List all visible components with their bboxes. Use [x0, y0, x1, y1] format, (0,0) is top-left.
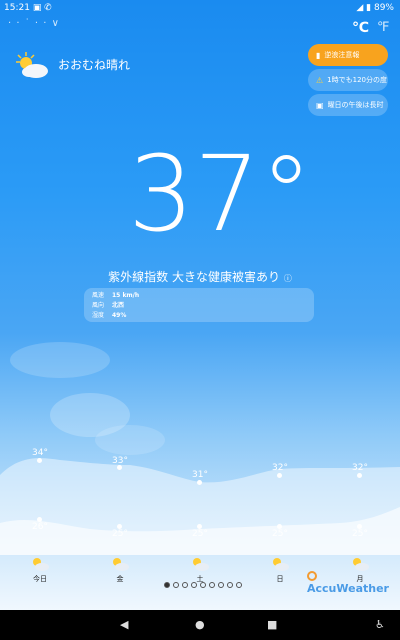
page-dot — [173, 582, 179, 588]
page-dot — [218, 582, 224, 588]
page-dot — [227, 582, 233, 588]
page-dot — [236, 582, 242, 588]
home-icon[interactable]: ● — [195, 618, 205, 631]
high-dot — [277, 473, 282, 478]
forecast-low-0: 26° — [32, 522, 48, 532]
accessibility-icon[interactable]: ♿ — [375, 618, 385, 631]
navigation-bar: ◀ ● ■ ♿ — [0, 610, 400, 640]
forecast-high-2: 31° — [192, 470, 208, 480]
back-icon[interactable]: ◀ — [120, 618, 128, 631]
calendar-icon: ▣ — [316, 100, 324, 110]
forecast-low-3: 25° — [272, 529, 288, 539]
accuweather-sun-icon — [307, 571, 317, 581]
battery-level: 89% — [373, 3, 394, 13]
signal-icon: ◢ — [356, 3, 364, 13]
alert-icon: ▮ — [316, 50, 321, 60]
partly-sunny-icon — [16, 52, 48, 78]
warning-icon: ⚠ — [316, 75, 324, 85]
partly-sunny-icon — [113, 558, 129, 571]
detail-label: 湿度 — [92, 312, 105, 319]
condition-text: おおむね晴れ — [58, 58, 131, 72]
forecast-high-4: 32° — [352, 463, 368, 473]
high-dot — [357, 473, 362, 478]
partly-sunny-icon — [273, 558, 289, 571]
forecast-high-3: 32° — [272, 463, 288, 473]
alert-text: 逆浪注意報 — [324, 51, 360, 59]
current-temperature: 37° — [128, 133, 313, 255]
detail-value: 49% — [112, 312, 127, 319]
uv-index[interactable]: 紫外線指数 大きな健康被害あり ⓘ — [0, 268, 400, 285]
battery-icon: ▮ — [366, 3, 372, 13]
partly-sunny-icon — [193, 558, 209, 571]
forecast-high-0: 34° — [32, 448, 48, 458]
alert-pill-1[interactable]: ▮ 逆浪注意報 — [308, 44, 388, 66]
page-dot — [182, 582, 188, 588]
info-icon: ⓘ — [283, 274, 292, 283]
details-card: 風速 15 km/h 風向 北西 湿度 49% — [84, 288, 314, 322]
wind-direction-row: 風向 北西 — [92, 301, 306, 311]
celsius-toggle[interactable]: ℃ — [352, 20, 369, 36]
high-dot — [117, 465, 122, 470]
wind-speed-row: 風速 15 km/h — [92, 291, 306, 301]
accuweather-logo[interactable]: AccuWeather — [307, 569, 400, 595]
day-label-3[interactable]: 日 — [265, 574, 295, 584]
alert-text: 曜日の午後は長时 — [327, 101, 384, 109]
location-selector[interactable]: · · ˙ · · ∨ — [8, 18, 60, 29]
detail-label: 風向 — [92, 302, 105, 309]
status-time: 15:21 ▣ ✆ — [4, 3, 52, 13]
page-dot — [200, 582, 206, 588]
page-indicator[interactable] — [164, 573, 245, 592]
high-dot — [37, 458, 42, 463]
page-dot — [209, 582, 215, 588]
day-label-1[interactable]: 金 — [105, 574, 135, 584]
alert-pill-2[interactable]: ⚠ 1時でも120分の度 — [308, 69, 388, 91]
forecast-low-4: 25° — [352, 529, 368, 539]
status-bar: 15:21 ▣ ✆ ◢ ▮ 89% — [0, 0, 400, 16]
forecast-low-1: 25° — [112, 529, 128, 539]
page-dot-active — [164, 582, 170, 588]
brand-name: AccuWeather — [307, 582, 389, 595]
humidity-row: 湿度 49% — [92, 311, 306, 321]
notification-icons: ▣ ✆ — [32, 3, 52, 13]
recents-icon[interactable]: ■ — [267, 618, 277, 631]
high-dot — [197, 480, 202, 485]
detail-value: 北西 — [112, 302, 125, 309]
day-label-0[interactable]: 今日 — [25, 574, 55, 584]
detail-label: 風速 — [92, 292, 105, 299]
status-right: ◢ ▮ 89% — [356, 3, 394, 13]
fahrenheit-toggle[interactable]: ℉ — [377, 20, 389, 35]
alert-text: 1時でも120分の度 — [327, 76, 387, 84]
partly-sunny-icon — [33, 558, 49, 571]
detail-value: 15 km/h — [112, 292, 140, 299]
uv-text: 紫外線指数 大きな健康被害あり — [108, 270, 280, 284]
alert-pill-3[interactable]: ▣ 曜日の午後は長时 — [308, 94, 388, 116]
page-dot — [191, 582, 197, 588]
forecast-low-2: 25° — [192, 529, 208, 539]
